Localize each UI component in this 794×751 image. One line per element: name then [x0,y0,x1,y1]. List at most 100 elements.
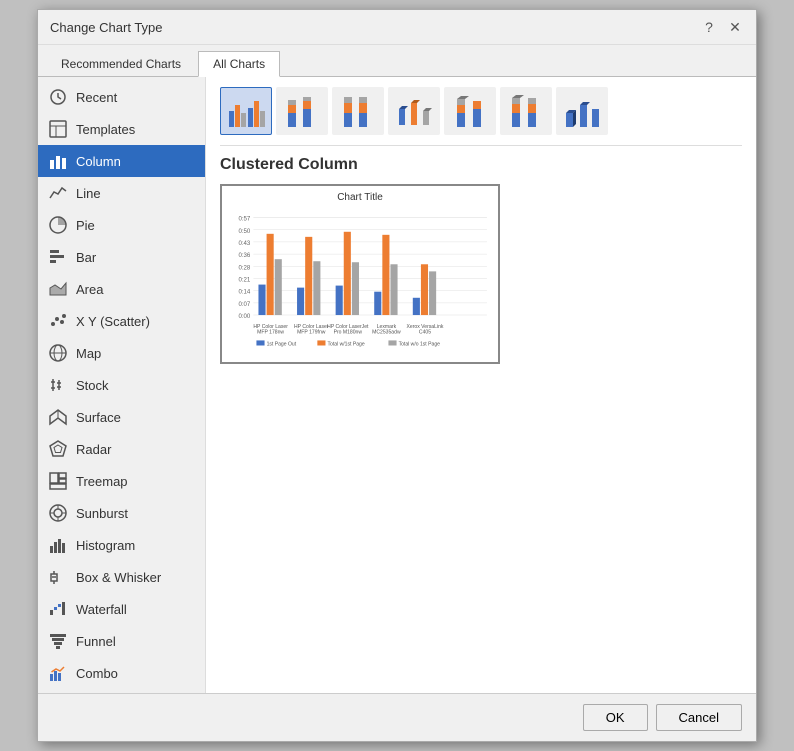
close-button[interactable]: ✕ [726,18,744,36]
dialog-title: Change Chart Type [50,20,163,35]
chart-icon-100pct-column[interactable] [332,87,384,135]
sidebar-label-recent: Recent [76,90,117,105]
pie-icon [48,215,68,235]
svg-text:1st Page Out: 1st Page Out [267,342,297,348]
chart-icon-stacked-column[interactable] [276,87,328,135]
sidebar-item-stock[interactable]: Stock [38,369,205,401]
sidebar-label-map: Map [76,346,101,361]
sidebar-label-column: Column [76,154,121,169]
sidebar-label-waterfall: Waterfall [76,602,127,617]
sidebar-label-templates: Templates [76,122,135,137]
sidebar-item-radar[interactable]: Radar [38,433,205,465]
bar-icon [48,247,68,267]
sidebar-label-combo: Combo [76,666,118,681]
sidebar-item-bar[interactable]: Bar [38,241,205,273]
templates-icon [48,119,68,139]
sidebar-item-templates[interactable]: Templates [38,113,205,145]
chart-preview-title: Chart Title [228,192,492,203]
tab-recommended[interactable]: Recommended Charts [46,51,196,76]
svg-text:0:57: 0:57 [238,216,250,223]
selected-chart-name: Clustered Column [220,156,742,174]
title-bar: Change Chart Type ? ✕ [38,10,756,45]
combo-icon [48,663,68,683]
main-panel: Clustered Column Chart Title 0:57 0:50 0… [206,77,756,693]
tabs-row: Recommended Charts All Charts [38,45,756,77]
sidebar-item-histogram[interactable]: Histogram [38,529,205,561]
content-area: Recent Templates Column [38,77,756,693]
sidebar-label-radar: Radar [76,442,111,457]
sidebar-item-map[interactable]: Map [38,337,205,369]
sidebar-label-pie: Pie [76,218,95,233]
sidebar-label-treemap: Treemap [76,474,128,489]
sidebar-label-boxwhisker: Box & Whisker [76,570,161,585]
sidebar-item-sunburst[interactable]: Sunburst [38,497,205,529]
svg-text:Pro M180nw: Pro M180nw [334,329,363,335]
sidebar-item-area[interactable]: Area [38,273,205,305]
svg-text:MC2535adw: MC2535adw [372,329,401,335]
change-chart-type-dialog: Change Chart Type ? ✕ Recommended Charts… [37,9,757,742]
sidebar-item-recent[interactable]: Recent [38,81,205,113]
svg-text:Total w/o 1st Page: Total w/o 1st Page [399,342,441,348]
waterfall-icon [48,599,68,619]
sidebar-item-line[interactable]: Line [38,177,205,209]
boxwhisker-icon [48,567,68,587]
svg-text:0:36: 0:36 [238,252,250,259]
help-button[interactable]: ? [700,18,718,36]
chart-preview-svg: 0:57 0:50 0:43 0:36 0:28 0:21 0:14 0:07 … [228,207,492,352]
sidebar-label-bar: Bar [76,250,96,265]
svg-text:0:28: 0:28 [238,264,250,271]
funnel-icon [48,631,68,651]
chart-icon-3d-clustered-column[interactable] [388,87,440,135]
histogram-icon [48,535,68,555]
sidebar-item-pie[interactable]: Pie [38,209,205,241]
sidebar: Recent Templates Column [38,77,206,693]
sidebar-label-stock: Stock [76,378,109,393]
sidebar-item-column[interactable]: Column [38,145,205,177]
sidebar-item-waterfall[interactable]: Waterfall [38,593,205,625]
treemap-icon [48,471,68,491]
chart-icon-3d-column[interactable] [556,87,608,135]
title-bar-controls: ? ✕ [700,18,744,36]
sidebar-item-scatter[interactable]: X Y (Scatter) [38,305,205,337]
stock-icon [48,375,68,395]
sidebar-item-funnel[interactable]: Funnel [38,625,205,657]
sidebar-item-surface[interactable]: Surface [38,401,205,433]
scatter-icon [48,311,68,331]
sidebar-item-boxwhisker[interactable]: Box & Whisker [38,561,205,593]
svg-text:MFP 179fnw: MFP 179fnw [297,329,326,335]
svg-text:0:21: 0:21 [238,277,250,284]
dialog-footer: OK Cancel [38,693,756,741]
sidebar-label-funnel: Funnel [76,634,116,649]
sidebar-item-combo[interactable]: Combo [38,657,205,689]
svg-text:MFP 178nw: MFP 178nw [257,329,284,335]
cancel-button[interactable]: Cancel [656,704,742,731]
svg-text:Total w/1st Page: Total w/1st Page [328,342,365,348]
chart-icon-3d-stacked-column[interactable] [444,87,496,135]
recent-icon [48,87,68,107]
sidebar-label-scatter: X Y (Scatter) [76,314,150,329]
surface-icon [48,407,68,427]
map-icon [48,343,68,363]
sidebar-label-histogram: Histogram [76,538,135,553]
svg-text:0:00: 0:00 [238,313,250,320]
radar-icon [48,439,68,459]
svg-text:C405: C405 [419,329,431,335]
chart-type-icons [220,87,742,146]
svg-text:0:43: 0:43 [238,240,250,247]
sidebar-label-surface: Surface [76,410,121,425]
area-icon [48,279,68,299]
sidebar-label-line: Line [76,186,101,201]
ok-button[interactable]: OK [583,704,648,731]
column-icon [48,151,68,171]
svg-text:0:50: 0:50 [238,228,250,235]
chart-icon-3d-100pct-column[interactable] [500,87,552,135]
chart-preview: Chart Title 0:57 0:50 0:43 0:36 0:28 0:2… [220,184,500,364]
svg-text:0:07: 0:07 [238,301,250,308]
sidebar-item-treemap[interactable]: Treemap [38,465,205,497]
svg-text:0:14: 0:14 [238,289,250,296]
sidebar-label-area: Area [76,282,103,297]
chart-icon-clustered-column[interactable] [220,87,272,135]
sidebar-label-sunburst: Sunburst [76,506,128,521]
tab-all-charts[interactable]: All Charts [198,51,280,77]
line-icon [48,183,68,203]
